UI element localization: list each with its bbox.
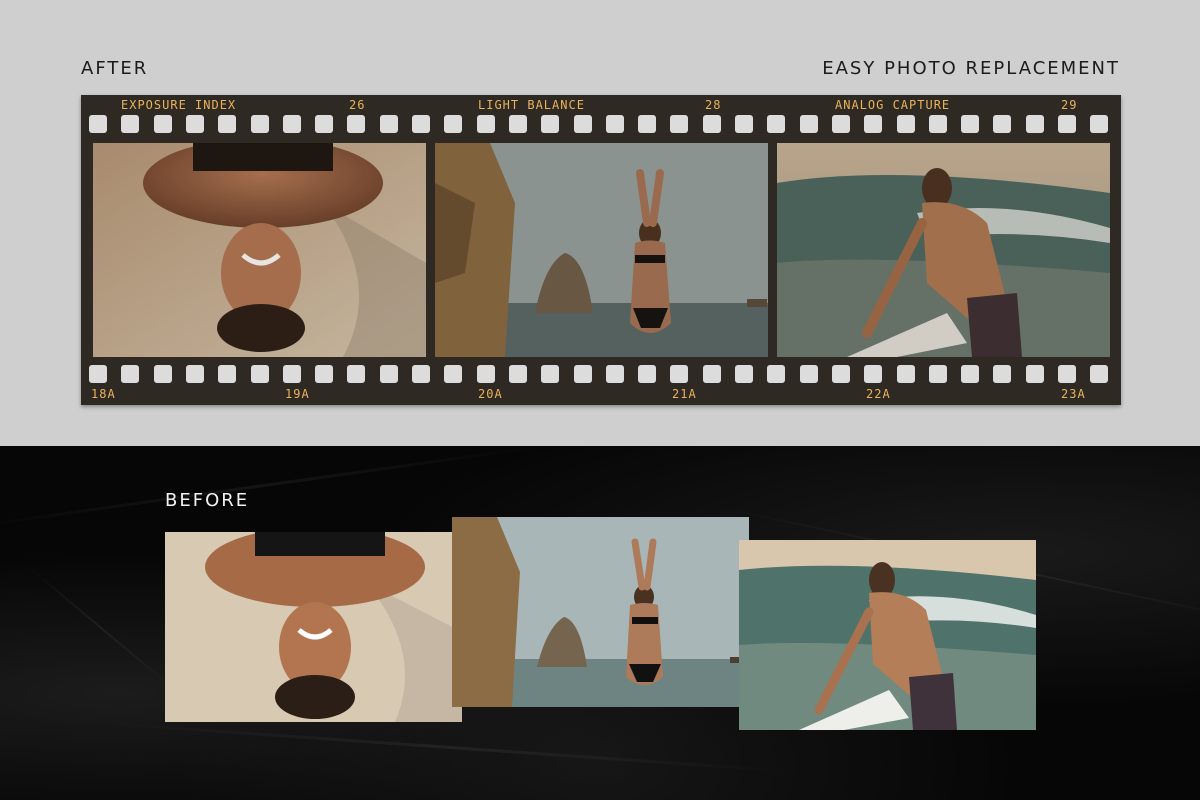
sprocket-hole xyxy=(282,115,301,133)
sprocket-hole xyxy=(185,365,204,383)
tagline-heading: EASY PHOTO REPLACEMENT xyxy=(822,58,1120,79)
sprocket-hole xyxy=(444,365,463,383)
sprocket-hole xyxy=(1090,365,1109,383)
sprocket-hole xyxy=(218,115,237,133)
sprocket-hole xyxy=(1025,365,1044,383)
sprocket-hole xyxy=(250,115,269,133)
sprocket-hole xyxy=(993,115,1012,133)
photo-surfer-in-waves-original xyxy=(739,540,1036,730)
after-section: AFTER EASY PHOTO REPLACEMENT EXPOSURE IN… xyxy=(0,0,1200,446)
sprocket-hole xyxy=(799,365,818,383)
photo-woman-at-beach xyxy=(435,143,768,357)
film-label-23a: 23A xyxy=(1061,387,1086,401)
sprocket-hole xyxy=(638,115,657,133)
sprocket-hole xyxy=(121,115,140,133)
sprocket-hole xyxy=(153,365,172,383)
sprocket-hole xyxy=(508,365,527,383)
sprocket-hole xyxy=(250,365,269,383)
sprocket-hole xyxy=(153,115,172,133)
sprocket-hole xyxy=(928,115,947,133)
plastic-wrinkle xyxy=(22,561,178,693)
before-heading: BEFORE xyxy=(165,490,250,511)
sprocket-hole xyxy=(735,115,753,133)
film-strip: EXPOSURE INDEX 26 LIGHT BALANCE 28 ANALO… xyxy=(81,95,1121,405)
sprocket-hole xyxy=(185,115,204,133)
sprocket-hole xyxy=(347,365,366,383)
sprocket-hole xyxy=(89,365,107,383)
film-frame-1 xyxy=(93,143,426,357)
sprocket-hole xyxy=(605,115,624,133)
sprocket-hole xyxy=(605,365,624,383)
sprocket-hole xyxy=(282,365,301,383)
sprocket-hole xyxy=(89,115,107,133)
sprocket-hole xyxy=(508,115,527,133)
sprocket-hole xyxy=(573,365,592,383)
film-label-20a: 20A xyxy=(478,387,503,401)
sprocket-hole xyxy=(1058,365,1076,383)
sprocket-hole xyxy=(799,115,818,133)
photo-surfer-in-waves xyxy=(777,143,1110,357)
sprocket-hole xyxy=(379,115,398,133)
film-label-29: 29 xyxy=(1061,98,1078,112)
sprocket-hole xyxy=(573,115,592,133)
photo-woman-in-sand-original xyxy=(165,532,462,722)
sprocket-hole xyxy=(218,365,237,383)
sprocket-hole xyxy=(767,115,786,133)
sprocket-hole xyxy=(896,365,915,383)
before-photo-2 xyxy=(452,517,749,707)
before-photo-1 xyxy=(165,532,462,722)
film-frame-3 xyxy=(777,143,1110,357)
sprocket-hole xyxy=(638,365,657,383)
film-label-28: 28 xyxy=(705,98,722,112)
film-label-19a: 19A xyxy=(285,387,310,401)
sprocket-row-top xyxy=(89,115,1113,133)
sprocket-hole xyxy=(702,365,721,383)
film-label-21a: 21A xyxy=(672,387,697,401)
film-label-22a: 22A xyxy=(866,387,891,401)
sprocket-hole xyxy=(1025,115,1044,133)
sprocket-hole xyxy=(1058,115,1076,133)
film-label-exposure-index: EXPOSURE INDEX xyxy=(121,98,237,112)
sprocket-hole xyxy=(961,365,980,383)
sprocket-hole xyxy=(379,365,398,383)
film-label-18a: 18A xyxy=(91,387,116,401)
sprocket-hole xyxy=(735,365,753,383)
sprocket-hole xyxy=(315,365,334,383)
sprocket-hole xyxy=(541,365,560,383)
sprocket-hole xyxy=(896,115,915,133)
sprocket-hole xyxy=(928,365,947,383)
sprocket-hole xyxy=(702,115,721,133)
film-label-analog-capture: ANALOG CAPTURE xyxy=(835,98,951,112)
sprocket-hole xyxy=(315,115,334,133)
sprocket-hole xyxy=(831,365,850,383)
sprocket-hole xyxy=(541,115,560,133)
sprocket-hole xyxy=(670,365,689,383)
sprocket-hole xyxy=(864,115,883,133)
sprocket-hole xyxy=(476,365,495,383)
sprocket-hole xyxy=(121,365,140,383)
film-label-light-balance: LIGHT BALANCE xyxy=(478,98,585,112)
sprocket-hole xyxy=(993,365,1012,383)
sprocket-hole xyxy=(412,115,430,133)
sprocket-hole xyxy=(961,115,980,133)
sprocket-hole xyxy=(444,115,463,133)
after-heading: AFTER xyxy=(81,58,149,79)
film-label-26: 26 xyxy=(349,98,366,112)
sprocket-hole xyxy=(767,365,786,383)
sprocket-row-bottom xyxy=(89,365,1113,383)
sprocket-hole xyxy=(1090,115,1109,133)
sprocket-hole xyxy=(476,115,495,133)
before-section: BEFORE xyxy=(0,446,1200,800)
photo-woman-at-beach-original xyxy=(452,517,749,707)
film-frame-2 xyxy=(435,143,768,357)
sprocket-hole xyxy=(831,115,850,133)
sprocket-hole xyxy=(864,365,883,383)
sprocket-hole xyxy=(347,115,366,133)
sprocket-hole xyxy=(412,365,430,383)
photo-woman-in-sand xyxy=(93,143,426,357)
before-photo-3 xyxy=(739,540,1036,730)
sprocket-hole xyxy=(670,115,689,133)
plastic-wrinkle xyxy=(100,721,800,774)
